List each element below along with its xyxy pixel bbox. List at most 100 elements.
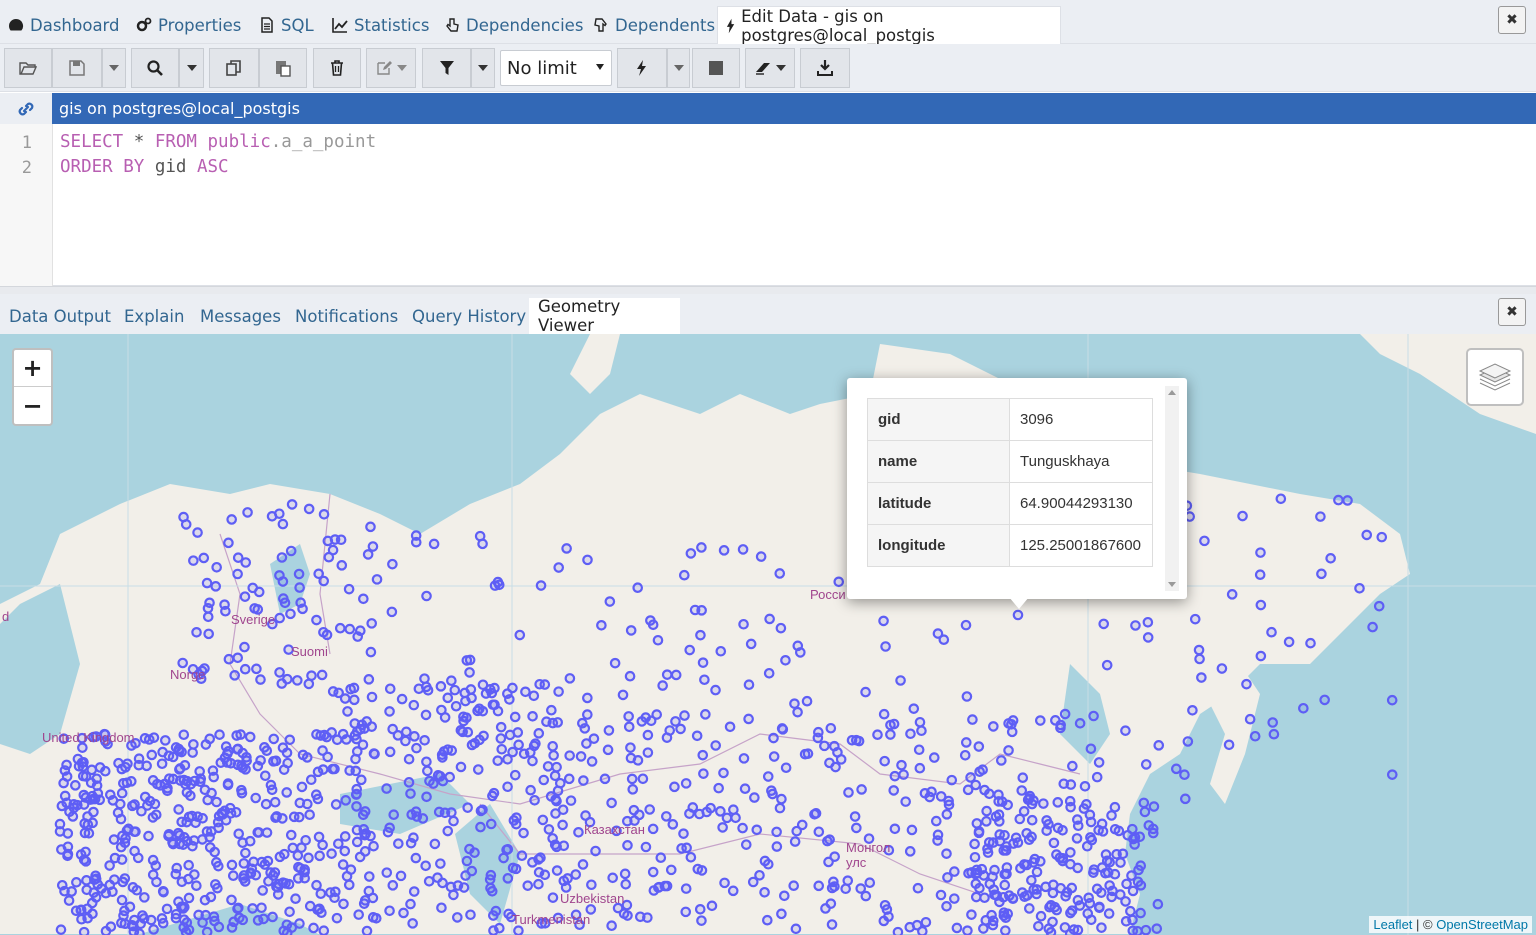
geometry-point[interactable]: [755, 551, 767, 562]
geometry-point[interactable]: [107, 795, 119, 806]
geometry-point[interactable]: [238, 873, 249, 884]
geometry-point[interactable]: [582, 709, 593, 720]
geometry-point[interactable]: [684, 808, 695, 819]
geometry-point[interactable]: [86, 764, 98, 776]
geometry-point[interactable]: [118, 777, 129, 789]
geometry-point[interactable]: [678, 828, 689, 839]
geometry-point[interactable]: [317, 764, 329, 775]
geometry-point[interactable]: [545, 791, 557, 802]
geometry-point[interactable]: [993, 816, 1005, 827]
geometry-point[interactable]: [277, 576, 289, 587]
geometry-point[interactable]: [547, 740, 559, 752]
geometry-point[interactable]: [403, 753, 415, 765]
geometry-point[interactable]: [529, 794, 540, 806]
geometry-point[interactable]: [344, 623, 356, 635]
geometry-point[interactable]: [276, 552, 288, 563]
geometry-point[interactable]: [237, 837, 248, 849]
geometry-point[interactable]: [387, 880, 399, 891]
geometry-point[interactable]: [1043, 923, 1055, 934]
geometry-point[interactable]: [1130, 620, 1141, 631]
geometry-point[interactable]: [1079, 781, 1091, 792]
geometry-point[interactable]: [1199, 535, 1210, 547]
geometry-point[interactable]: [1127, 885, 1139, 897]
geometry-point[interactable]: [251, 663, 262, 675]
geometry-point[interactable]: [527, 755, 538, 767]
geometry-point[interactable]: [1298, 702, 1309, 714]
geometry-point[interactable]: [124, 901, 136, 913]
geometry-point[interactable]: [1074, 900, 1086, 911]
geometry-point[interactable]: [371, 574, 383, 585]
geometry-point[interactable]: [488, 910, 499, 921]
geometry-point[interactable]: [906, 824, 918, 836]
geometry-point[interactable]: [341, 870, 353, 882]
geometry-point[interactable]: [809, 808, 820, 820]
geometry-point[interactable]: [303, 852, 314, 864]
geometry-point[interactable]: [1122, 829, 1134, 841]
geometry-point[interactable]: [465, 684, 477, 695]
geometry-point[interactable]: [420, 860, 431, 872]
geometry-point[interactable]: [577, 717, 588, 729]
geometry-point[interactable]: [421, 590, 432, 602]
geometry-point[interactable]: [1098, 618, 1110, 630]
geometry-point[interactable]: [542, 761, 554, 772]
geometry-point[interactable]: [551, 865, 563, 876]
geometry-point[interactable]: [138, 913, 150, 924]
geometry-point[interactable]: [91, 780, 103, 791]
geometry-point[interactable]: [336, 560, 348, 571]
geometry-point[interactable]: [452, 912, 463, 923]
geometry-point[interactable]: [645, 615, 656, 626]
geometry-point[interactable]: [1187, 704, 1198, 716]
stop-button[interactable]: [692, 48, 740, 88]
geometry-point[interactable]: [240, 764, 251, 775]
geometry-point[interactable]: [147, 869, 159, 881]
geometry-point[interactable]: [281, 787, 293, 798]
geometry-point[interactable]: [311, 614, 322, 626]
geometry-point[interactable]: [565, 795, 577, 806]
geometry-point[interactable]: [980, 915, 992, 926]
geometry-point[interactable]: [1003, 745, 1014, 756]
geometry-point[interactable]: [326, 848, 337, 859]
geometry-point[interactable]: [342, 706, 353, 717]
geometry-point[interactable]: [252, 760, 264, 772]
geometry-point[interactable]: [396, 693, 408, 705]
geometry-point[interactable]: [973, 827, 985, 839]
geometry-point[interactable]: [889, 823, 901, 835]
geometry-point[interactable]: [116, 894, 128, 906]
geometry-point[interactable]: [487, 699, 499, 711]
geometry-point[interactable]: [279, 597, 291, 609]
geometry-point[interactable]: [238, 858, 250, 869]
geometry-point[interactable]: [480, 688, 492, 699]
geometry-point[interactable]: [872, 729, 883, 740]
geometry-point[interactable]: [535, 580, 547, 591]
geometry-point[interactable]: [304, 809, 315, 821]
geometry-point[interactable]: [226, 859, 238, 871]
geometry-point[interactable]: [710, 740, 722, 751]
geometry-point[interactable]: [422, 684, 434, 696]
geometry-point[interactable]: [445, 881, 457, 893]
geometry-point[interactable]: [826, 919, 838, 930]
geometry-point[interactable]: [1081, 799, 1092, 810]
geometry-point[interactable]: [627, 784, 639, 795]
geometry-point[interactable]: [763, 667, 775, 679]
geometry-point[interactable]: [192, 527, 203, 538]
geometry-point[interactable]: [719, 877, 730, 889]
geometry-point[interactable]: [449, 684, 461, 696]
geometry-point[interactable]: [203, 628, 214, 640]
geometry-point[interactable]: [411, 811, 423, 822]
geometry-point[interactable]: [388, 809, 400, 821]
geometry-point[interactable]: [507, 862, 519, 874]
geometry-point[interactable]: [993, 796, 1004, 807]
geometry-point[interactable]: [395, 870, 407, 882]
geometry-point[interactable]: [832, 747, 843, 758]
geometry-point[interactable]: [357, 809, 369, 821]
geometry-point[interactable]: [474, 530, 486, 542]
geometry-point[interactable]: [420, 709, 432, 721]
geometry-point[interactable]: [181, 835, 193, 847]
geometry-point[interactable]: [170, 868, 182, 880]
geometry-point[interactable]: [384, 822, 395, 834]
geometry-point[interactable]: [661, 811, 672, 822]
geometry-point[interactable]: [684, 644, 696, 656]
geometry-point[interactable]: [472, 764, 484, 775]
geometry-point[interactable]: [252, 915, 264, 926]
geometry-point[interactable]: [1319, 694, 1330, 706]
